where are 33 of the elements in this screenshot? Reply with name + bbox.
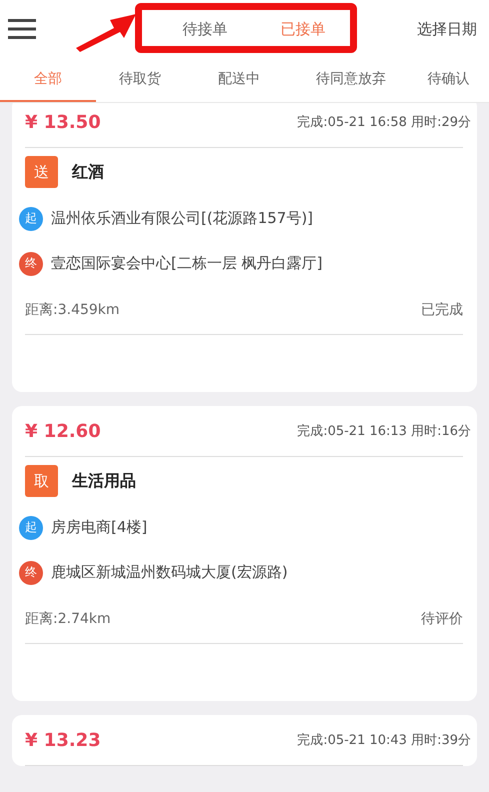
order-price: ¥ 12.60 <box>25 420 101 442</box>
delivery-address: 壹恋国际宴会中心[二栋一层 枫丹白露厅] <box>51 254 322 273</box>
order-type-badge: 取 <box>25 465 58 497</box>
order-card[interactable]: ¥ 13.23 完成:05-21 10:43 用时:39分 <box>12 715 477 766</box>
completion-time: 完成:05-21 16:58 用时:29分 <box>297 114 471 131</box>
segment-tab[interactable]: 待接单 <box>156 20 254 38</box>
pickup-address: 房房电商[4楼] <box>51 518 148 537</box>
order-card[interactable]: ¥ 13.50 完成:05-21 16:58 用时:29分 送 红酒 起 温州依乐酒业有限公司[(花源路157号)] 终 壹恋国际宴会中心[二栋一层 枫丹白露厅] 距离:3.459km 已完成 <box>12 103 477 392</box>
pickup-address: 温州依乐酒业有限公司[(花源路157号)] <box>51 209 314 228</box>
item-name: 生活用品 <box>72 470 136 492</box>
filter-tab[interactable]: 待取货 <box>96 58 184 102</box>
filter-tab[interactable]: 待同意放弃 <box>294 58 408 102</box>
start-marker: 起 <box>19 516 43 540</box>
distance-text: 距离:3.459km <box>25 301 120 319</box>
delivery-address: 鹿城区新城温州数码城大厦(宏源路) <box>51 563 288 582</box>
distance-text: 距离:2.74km <box>25 610 111 628</box>
segment-tab[interactable]: 已接单 <box>254 20 352 38</box>
filter-tab[interactable]: 配送中 <box>184 58 294 102</box>
date-picker-button[interactable]: 选择日期 <box>417 20 477 38</box>
order-status: 待评价 <box>421 610 463 628</box>
item-name: 红酒 <box>72 162 104 182</box>
order-price: ¥ 13.50 <box>25 112 101 132</box>
end-marker: 终 <box>19 560 43 584</box>
menu-icon[interactable] <box>8 19 36 39</box>
order-price: ¥ 13.23 <box>25 730 101 750</box>
order-status: 已完成 <box>421 301 463 319</box>
start-marker: 起 <box>19 206 43 230</box>
order-type-badge: 送 <box>25 156 58 188</box>
end-marker: 终 <box>19 252 43 276</box>
completion-time: 完成:05-21 16:13 用时:16分 <box>297 423 471 440</box>
completion-time: 完成:05-21 10:43 用时:39分 <box>297 732 471 749</box>
order-card[interactable]: ¥ 12.60 完成:05-21 16:13 用时:16分 取 生活用品 起 房房电商[4楼] 终 鹿城区新城温州数码城大厦(宏源路) 距离:2.74km 待评价 <box>12 406 477 701</box>
filter-tab[interactable]: 待确认 <box>408 58 489 102</box>
